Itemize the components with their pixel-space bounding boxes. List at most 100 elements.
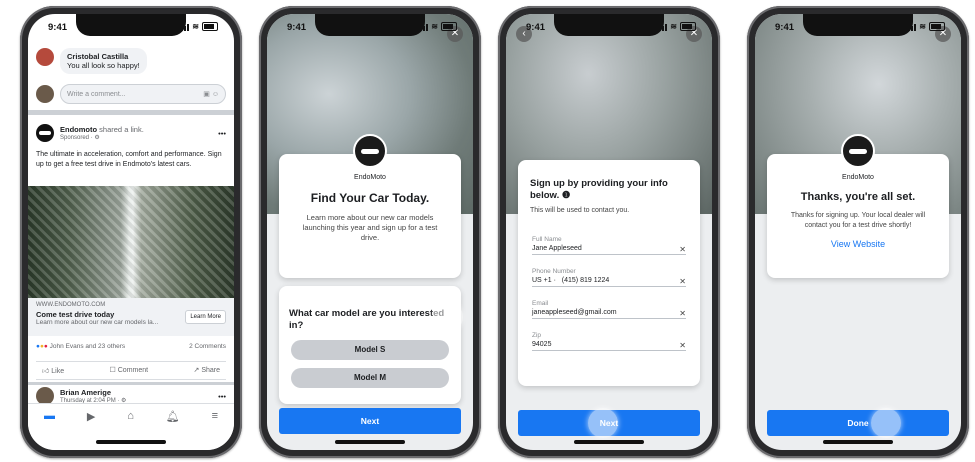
camera-icon[interactable]: ▣ bbox=[203, 91, 210, 98]
question-card: What car model are you interested in? Mo… bbox=[279, 286, 461, 404]
thumbs-up-icon: 👍︎ bbox=[42, 368, 50, 375]
intro-card: EndoMoto Find Your Car Today. Learn more… bbox=[279, 134, 461, 278]
battery-icon bbox=[441, 22, 457, 31]
signup-card: Sign up by providing your info below. ❶ … bbox=[518, 160, 700, 386]
done-button[interactable]: Done bbox=[767, 410, 949, 436]
wifi-icon: ≋ bbox=[919, 22, 926, 31]
avatar bbox=[36, 85, 54, 103]
more-icon[interactable]: ••• bbox=[218, 129, 226, 138]
home-indicator bbox=[335, 440, 405, 444]
next-button[interactable]: Next bbox=[279, 408, 461, 434]
link-domain: WWW.ENDOMOTO.COM bbox=[36, 302, 106, 308]
phone-number-field[interactable]: Phone Number US +1 · (415) 819 1224 ✕ bbox=[532, 268, 686, 287]
touch-indicator bbox=[871, 408, 901, 438]
notifications-tab-icon[interactable]: 🔔︎ bbox=[166, 410, 180, 450]
brand-logo bbox=[841, 134, 875, 168]
more-icon[interactable]: ••• bbox=[218, 392, 226, 401]
email-field[interactable]: Email janeappleseed@gmail.com ✕ bbox=[532, 300, 686, 319]
view-website-link[interactable]: View Website bbox=[767, 239, 949, 249]
comment-bubble[interactable]: Cristobal Castilla You all look so happy… bbox=[60, 48, 147, 74]
status-time: 9:41 bbox=[287, 22, 307, 33]
divider bbox=[28, 382, 234, 385]
country-code-select[interactable]: US +1 · bbox=[532, 277, 556, 284]
confirmation-title: Thanks, you're all set. bbox=[800, 191, 916, 203]
share-button[interactable]: ↗ Share bbox=[193, 366, 220, 375]
post-photo[interactable] bbox=[28, 186, 234, 298]
touch-indicator bbox=[588, 408, 618, 438]
write-comment-row: Write a comment... ▣ ☺ bbox=[36, 84, 226, 104]
clear-icon[interactable]: ✕ bbox=[679, 341, 686, 350]
phone-confirmation: 9:41 ≋ ✕ EndoMoto Thanks, you're all set… bbox=[747, 6, 969, 458]
learn-more-button[interactable]: Learn More bbox=[185, 310, 226, 324]
comment-button[interactable]: ☐ Comment bbox=[110, 366, 149, 375]
notch bbox=[76, 14, 186, 36]
phone-intro: 9:41 ≋ ✕ EndoMoto Find Your Car Today. L… bbox=[259, 6, 481, 458]
zip-field[interactable]: Zip 94025 ✕ bbox=[532, 332, 686, 351]
wifi-icon: ≋ bbox=[431, 22, 438, 31]
emoji-icon[interactable]: ☺ bbox=[212, 91, 219, 98]
post-actions: 👍︎ Like ☐ Comment ↗ Share bbox=[36, 361, 226, 380]
notch bbox=[554, 14, 664, 36]
comment-text: You all look so happy! bbox=[67, 61, 140, 70]
touch-indicator bbox=[433, 302, 463, 332]
clear-icon[interactable]: ✕ bbox=[679, 277, 686, 286]
advertiser-name[interactable]: Endomoto bbox=[60, 125, 97, 134]
confirmation-description: Thanks for signing up. Your local dealer… bbox=[790, 212, 926, 229]
clear-icon[interactable]: ✕ bbox=[679, 309, 686, 318]
intro-description: Learn more about our new car models laun… bbox=[302, 213, 438, 242]
home-indicator bbox=[574, 440, 644, 444]
comments-count[interactable]: 2 Comments bbox=[189, 343, 226, 350]
signup-title: Sign up by providing your info below. bbox=[530, 178, 668, 201]
post-body: The ultimate in acceleration, comfort an… bbox=[36, 151, 222, 168]
video-tab-icon[interactable]: ▶ bbox=[87, 410, 95, 450]
option-model-s[interactable]: Model S bbox=[291, 340, 449, 360]
home-indicator bbox=[823, 440, 893, 444]
full-name-field[interactable]: Full Name Jane Appleseed ✕ bbox=[532, 236, 686, 255]
shared-text: shared a link. bbox=[99, 125, 144, 134]
reactions-row: ●●● John Evans and 23 others 2 Comments bbox=[36, 343, 226, 350]
status-time: 9:41 bbox=[775, 22, 795, 33]
status-time: 9:41 bbox=[526, 22, 546, 33]
confirmation-card: EndoMoto Thanks, you're all set. Thanks … bbox=[767, 134, 949, 278]
love-reaction-icon: ● bbox=[43, 343, 48, 350]
marketplace-tab-icon[interactable]: ⌂ bbox=[127, 410, 134, 450]
phone-signup: 9:41 ≋ ‹ ✕ Sign up by providing your inf… bbox=[498, 6, 720, 458]
avatar[interactable] bbox=[36, 48, 54, 66]
confirmation-screen: 9:41 ≋ ✕ EndoMoto Thanks, you're all set… bbox=[755, 14, 961, 450]
question-text: What car model are you interested in? bbox=[289, 308, 445, 331]
link-preview[interactable]: WWW.ENDOMOTO.COM Come test drive today L… bbox=[28, 298, 234, 336]
home-tab-icon[interactable]: ▬ bbox=[44, 410, 55, 450]
notch bbox=[803, 14, 913, 36]
battery-icon bbox=[202, 22, 218, 31]
brand-name: EndoMoto bbox=[354, 174, 386, 181]
brand-logo bbox=[353, 134, 387, 168]
commenter-name[interactable]: Cristobal Castilla bbox=[67, 52, 140, 61]
intro-screen: 9:41 ≋ ✕ EndoMoto Find Your Car Today. L… bbox=[267, 14, 473, 450]
advertiser-logo[interactable] bbox=[36, 124, 54, 142]
divider bbox=[28, 110, 234, 115]
menu-tab-icon[interactable]: ≡ bbox=[212, 410, 218, 450]
comment-row: Cristobal Castilla You all look so happy… bbox=[36, 48, 226, 74]
battery-icon bbox=[680, 22, 696, 31]
clear-icon[interactable]: ✕ bbox=[679, 245, 686, 254]
share-icon: ↗ bbox=[193, 367, 200, 374]
post-header: Endomoto shared a link. Sponsored · ⚙ ••… bbox=[36, 124, 226, 142]
feed-screen: 9:41 ≋ Cristobal Castilla You all look s… bbox=[28, 14, 234, 450]
signup-subtitle: This will be used to contact you. bbox=[530, 207, 630, 214]
sponsored-label: Sponsored · ⚙ bbox=[60, 135, 100, 141]
wifi-icon: ≋ bbox=[670, 22, 677, 31]
wifi-icon: ≋ bbox=[192, 22, 199, 31]
brand-name: EndoMoto bbox=[842, 174, 874, 181]
home-indicator bbox=[96, 440, 166, 444]
comment-input[interactable]: Write a comment... ▣ ☺ bbox=[60, 84, 226, 104]
notch bbox=[315, 14, 425, 36]
like-button[interactable]: 👍︎ Like bbox=[42, 366, 64, 375]
info-icon[interactable]: ❶ bbox=[562, 190, 571, 201]
reaction-summary[interactable]: John Evans and 23 others bbox=[50, 343, 126, 350]
intro-title: Find Your Car Today. bbox=[310, 191, 430, 205]
poster-name[interactable]: Brian Amerige bbox=[60, 388, 111, 397]
comment-placeholder: Write a comment... bbox=[67, 90, 126, 98]
phone-feed: 9:41 ≋ Cristobal Castilla You all look s… bbox=[20, 6, 242, 458]
option-model-m[interactable]: Model M bbox=[291, 368, 449, 388]
comment-icon: ☐ bbox=[109, 367, 116, 374]
